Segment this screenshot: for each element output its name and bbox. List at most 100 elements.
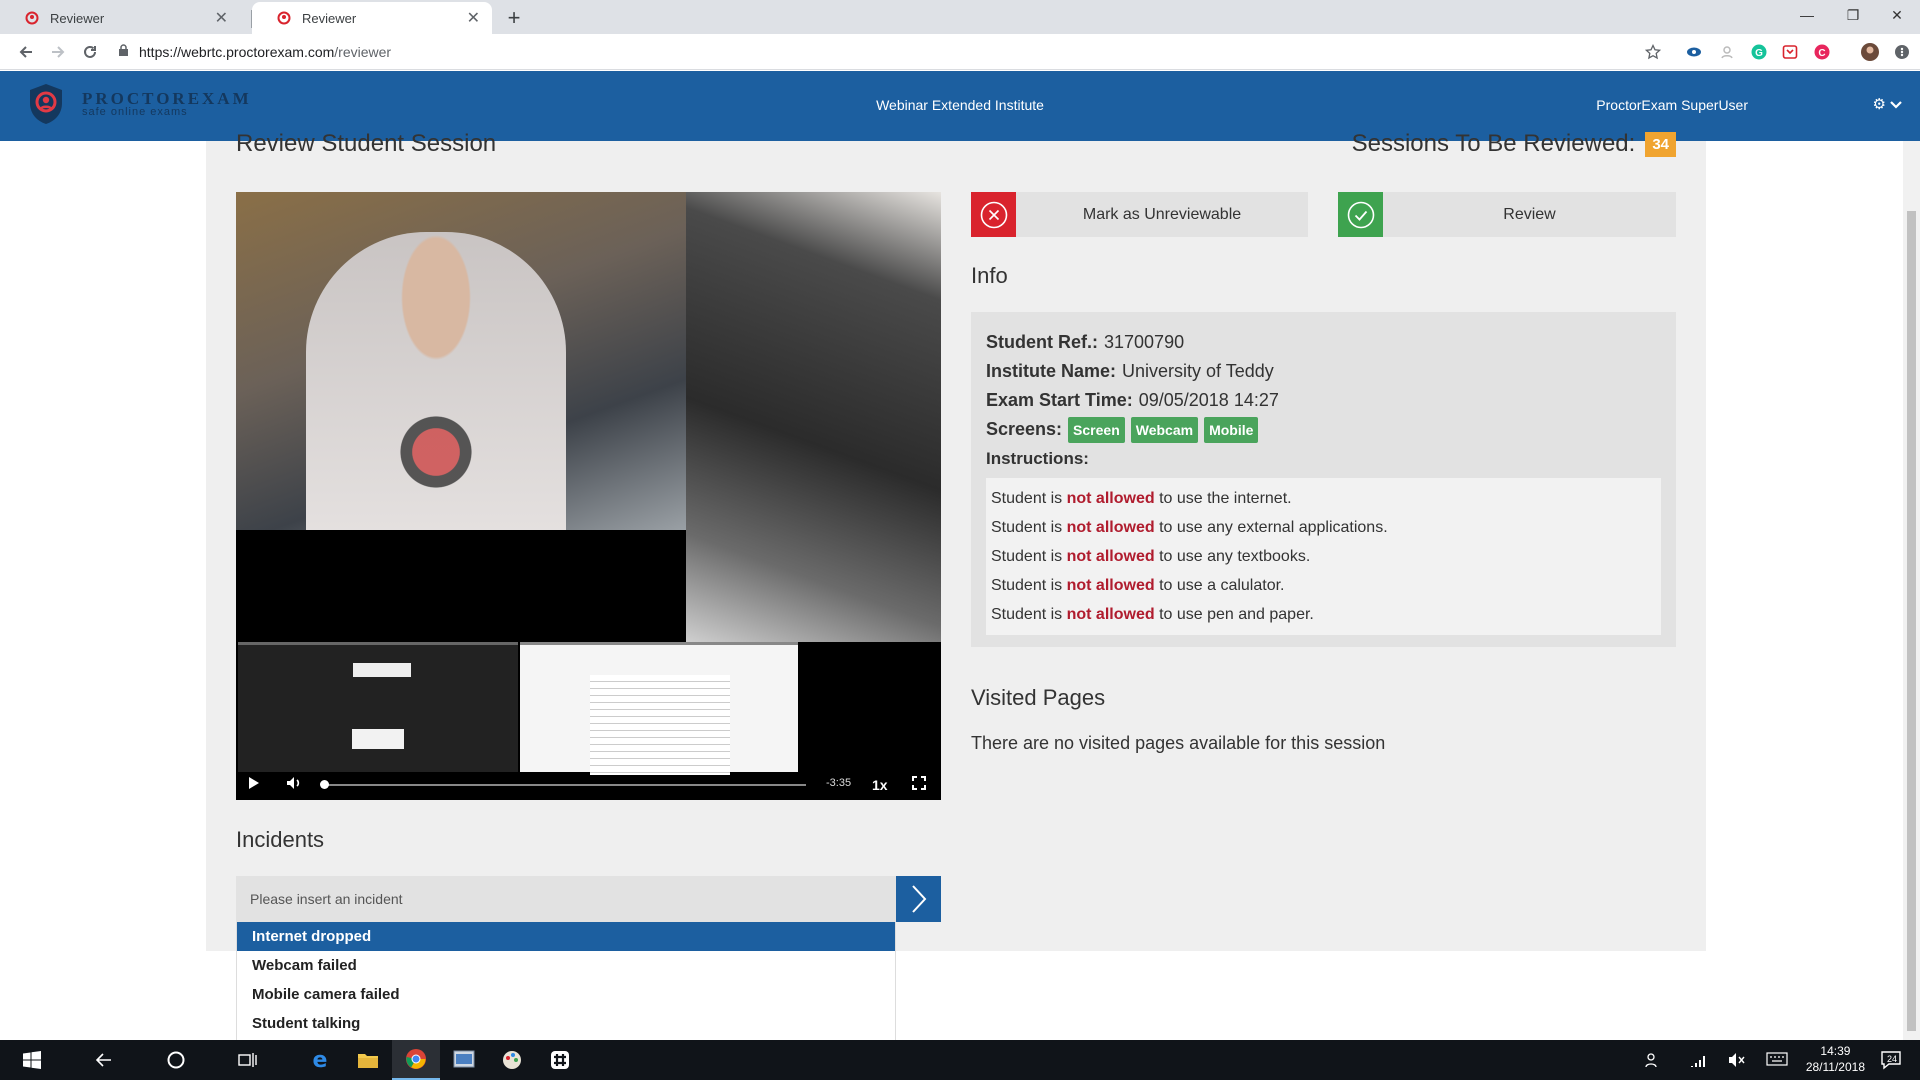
menu-icon[interactable] xyxy=(1892,42,1912,62)
incidents-heading: Incidents xyxy=(236,827,325,852)
volume-icon[interactable] xyxy=(286,776,302,793)
visited-pages-heading: Visited Pages xyxy=(971,685,1106,710)
file-explorer-icon[interactable] xyxy=(344,1040,392,1080)
tab-title: Reviewer xyxy=(50,10,105,26)
people-icon[interactable] xyxy=(1644,1052,1660,1071)
start-time-value: 09/05/2018 14:27 xyxy=(1138,390,1279,410)
close-window-icon[interactable]: ✕ xyxy=(1874,0,1920,30)
incident-suggestion-item[interactable]: Internet dropped xyxy=(237,922,895,951)
browser-tab[interactable]: Reviewer ✕ xyxy=(0,2,240,34)
screen-share-feed xyxy=(238,642,518,772)
fullscreen-icon[interactable] xyxy=(912,776,926,793)
tab-title: Reviewer xyxy=(302,10,357,26)
webcam-badge[interactable]: Webcam xyxy=(1130,416,1199,443)
mobile-badge[interactable]: Mobile xyxy=(1204,416,1259,443)
edge-browser-icon[interactable]: e xyxy=(296,1040,344,1080)
app-window-icon[interactable] xyxy=(440,1040,488,1080)
incident-input[interactable] xyxy=(236,876,896,922)
volume-muted-icon[interactable] xyxy=(1728,1052,1746,1071)
notification-center-icon[interactable]: 24 xyxy=(1880,1049,1902,1074)
browser-tab-active[interactable]: Reviewer ✕ xyxy=(252,2,492,34)
svg-text:C: C xyxy=(1818,48,1825,59)
instruction-item: Student is not allowed to use any extern… xyxy=(991,519,1388,536)
reload-icon[interactable] xyxy=(76,38,104,66)
chevron-down-icon xyxy=(1890,96,1902,113)
url-host: https://webrtc.proctorexam.com xyxy=(139,44,335,60)
browser-toolbar: https://webrtc.proctorexam.com/reviewer … xyxy=(0,34,1920,70)
playback-speed-button[interactable]: 1x xyxy=(872,777,888,793)
proctorexam-favicon-icon xyxy=(24,10,40,26)
webcam-feed xyxy=(236,192,686,530)
close-tab-icon[interactable]: ✕ xyxy=(467,8,480,28)
network-icon[interactable] xyxy=(1690,1052,1706,1071)
screens-row: Screens: Screen Webcam Mobile xyxy=(986,415,1661,444)
url-path: /reviewer xyxy=(334,44,392,60)
windows-taskbar: e 14:39 28/11/2018 24 xyxy=(0,1040,1920,1080)
svg-text:G: G xyxy=(1755,48,1763,59)
incident-suggestion-item[interactable]: Webcam failed xyxy=(237,951,895,980)
address-bar[interactable]: https://webrtc.proctorexam.com/reviewer xyxy=(118,38,1668,66)
institute-value: University of Teddy xyxy=(1122,361,1274,381)
instruction-item: Student is not allowed to use pen and pa… xyxy=(991,606,1314,623)
start-time-row: Exam Start Time: 09/05/2018 14:27 xyxy=(986,386,1661,415)
page-scrollbar[interactable] xyxy=(1903,141,1920,1040)
check-circle-icon xyxy=(1338,192,1383,237)
keyboard-icon[interactable] xyxy=(1766,1052,1788,1069)
back-arrow-icon[interactable] xyxy=(12,38,40,66)
seek-handle[interactable] xyxy=(320,780,329,789)
bookmark-star-icon[interactable] xyxy=(1643,42,1663,62)
task-view-icon[interactable] xyxy=(224,1040,272,1080)
play-icon[interactable] xyxy=(248,776,260,793)
scrollbar-thumb[interactable] xyxy=(1907,211,1916,1031)
restore-window-icon[interactable]: ❐ xyxy=(1830,0,1876,30)
proctorexam-favicon-icon xyxy=(276,10,292,26)
session-video-player[interactable]: -3:35 1x xyxy=(236,192,941,800)
submit-incident-button[interactable] xyxy=(896,876,941,922)
instruction-item: Student is not allowed to use the intern… xyxy=(991,490,1292,507)
chevron-right-icon xyxy=(911,885,926,913)
instruction-item: Student is not allowed to use any textbo… xyxy=(991,548,1311,565)
close-tab-icon[interactable]: ✕ xyxy=(215,8,228,28)
mark-unreviewable-label: Mark as Unreviewable xyxy=(1082,205,1242,223)
student-ref-row: Student Ref.: 31700790 xyxy=(986,328,1661,357)
user-name[interactable]: ProctorExam SuperUser xyxy=(1596,97,1748,113)
minimize-window-icon[interactable]: — xyxy=(1784,0,1830,30)
grammarly-icon[interactable]: G xyxy=(1749,42,1769,62)
paint-app-icon[interactable] xyxy=(488,1040,536,1080)
profile-avatar[interactable] xyxy=(1860,42,1880,62)
cortana-search-icon[interactable] xyxy=(152,1040,200,1080)
extension-eye-icon[interactable] xyxy=(1684,42,1704,62)
instructions-label: Instructions: xyxy=(986,449,1089,468)
slack-icon[interactable] xyxy=(536,1040,584,1080)
incident-suggestion-item[interactable]: Student talking xyxy=(237,1009,895,1038)
visited-pages-empty-message: There are no visited pages available for… xyxy=(971,733,1386,753)
page-title: Review Student Session xyxy=(236,130,497,157)
forward-arrow-icon[interactable] xyxy=(44,38,72,66)
new-tab-button[interactable]: + xyxy=(500,4,528,32)
screen-badge[interactable]: Screen xyxy=(1068,416,1125,443)
pocket-icon[interactable] xyxy=(1780,42,1800,62)
extension-c-icon[interactable]: C xyxy=(1812,42,1832,62)
instructions-list: Student is not allowed to use the intern… xyxy=(986,478,1661,635)
chrome-icon[interactable] xyxy=(392,1040,440,1080)
back-arrow-icon[interactable] xyxy=(80,1040,128,1080)
windows-start-icon[interactable] xyxy=(8,1040,56,1080)
review-button[interactable]: Review xyxy=(1338,192,1676,237)
browser-tab-bar: Reviewer ✕ Reviewer ✕ + — ❐ ✕ xyxy=(0,0,1920,34)
mark-unreviewable-button[interactable]: Mark as Unreviewable xyxy=(971,192,1308,237)
review-label: Review xyxy=(1503,205,1556,223)
start-time-label: Exam Start Time: xyxy=(986,390,1133,410)
extension-user-icon[interactable] xyxy=(1717,42,1737,62)
settings-menu[interactable]: ⚙ xyxy=(1873,95,1902,113)
incident-suggestions: Internet dropped Webcam failed Mobile ca… xyxy=(236,922,896,1040)
video-seek-bar[interactable] xyxy=(320,780,806,789)
notification-count: 24 xyxy=(1887,1054,1897,1064)
student-ref-label: Student Ref.: xyxy=(986,332,1098,352)
incident-suggestion-item[interactable]: Mobile camera failed xyxy=(237,980,895,1009)
gear-icon: ⚙ xyxy=(1872,96,1886,113)
system-clock[interactable]: 14:39 28/11/2018 xyxy=(1806,1043,1865,1075)
sessions-count-badge: 34 xyxy=(1645,131,1676,157)
screen-share-feed-secondary xyxy=(520,642,798,775)
instruction-item: Student is not allowed to use a calulato… xyxy=(991,577,1285,594)
sessions-to-review-label: Sessions To Be Reviewed: xyxy=(1351,130,1636,157)
